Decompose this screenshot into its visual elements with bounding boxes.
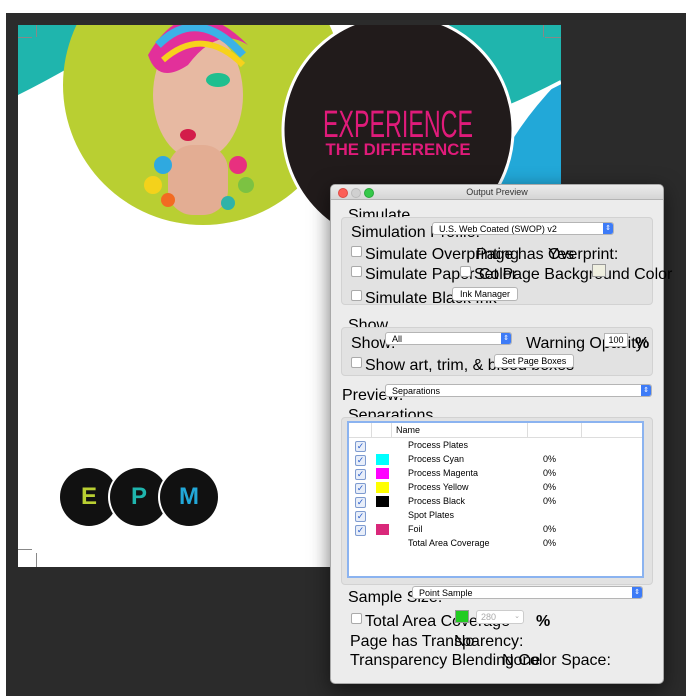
separations-header: Name xyxy=(349,423,642,438)
crop-mark xyxy=(545,37,561,38)
separation-row[interactable]: ✓ Process Yellow 0% xyxy=(349,481,642,495)
separation-checkbox[interactable]: ✓ xyxy=(355,469,366,480)
header-divider xyxy=(371,423,372,437)
simulate-paper-color-checkbox[interactable] xyxy=(351,266,362,277)
transparency-value: No xyxy=(454,633,475,650)
separation-checkbox[interactable]: ✓ xyxy=(355,525,366,536)
header-divider xyxy=(527,423,528,437)
separation-swatch xyxy=(376,496,389,507)
separation-checkbox[interactable]: ✓ xyxy=(355,511,366,522)
separation-checkbox[interactable]: ✓ xyxy=(355,441,366,452)
blending-value: None xyxy=(502,652,541,669)
crop-mark xyxy=(36,553,37,567)
chevron-updown-icon: ⇕ xyxy=(641,385,651,396)
separation-row[interactable]: ✓ Process Plates xyxy=(349,439,642,453)
separation-name: Process Magenta xyxy=(408,468,479,478)
show-boxes-checkbox[interactable] xyxy=(351,357,362,368)
crop-mark xyxy=(36,25,37,37)
separation-swatch xyxy=(376,524,389,535)
header-divider xyxy=(391,423,392,437)
separation-percent: 0% xyxy=(543,538,557,548)
separation-swatch xyxy=(376,454,389,465)
separation-percent: 0% xyxy=(543,496,557,506)
chevron-down-icon: ⌄ xyxy=(514,613,520,620)
chevron-updown-icon: ⇕ xyxy=(501,333,511,344)
sample-size-value: Point Sample xyxy=(419,588,473,598)
warning-opacity-input[interactable]: 100 xyxy=(604,333,628,347)
chevron-updown-icon: ⇕ xyxy=(632,587,642,598)
warning-opacity-unit: % xyxy=(635,335,650,352)
separation-row[interactable]: ✓ Process Cyan 0% xyxy=(349,453,642,467)
page-background-checkbox[interactable] xyxy=(460,266,471,277)
ink-manager-button[interactable]: Ink Manager xyxy=(452,287,518,301)
separation-name: Spot Plates xyxy=(408,510,455,520)
tac-unit: % xyxy=(536,613,551,630)
tac-color-swatch[interactable] xyxy=(455,610,469,623)
show-value: All xyxy=(392,334,403,344)
simulate-overprinting-checkbox[interactable] xyxy=(351,246,362,257)
separation-checkbox[interactable]: ✓ xyxy=(355,497,366,508)
show-select[interactable]: All ⇕ xyxy=(385,332,512,345)
simulation-profile-value: U.S. Web Coated (SWOP) v2 xyxy=(439,224,557,234)
epm-logo: E P M xyxy=(60,468,220,528)
tac-value: 280 xyxy=(481,612,497,622)
separation-name: Process Black xyxy=(408,496,466,506)
page-background-label: Set Page Background Color xyxy=(474,266,673,283)
header-divider xyxy=(581,423,582,437)
overprint-status-value: Yes xyxy=(548,246,575,263)
separation-checkbox[interactable]: ✓ xyxy=(355,483,366,494)
column-name-header[interactable]: Name xyxy=(396,425,420,435)
separation-swatch xyxy=(376,482,389,493)
separation-percent: 0% xyxy=(543,482,557,492)
separation-percent: 0% xyxy=(543,454,557,464)
set-page-boxes-button[interactable]: Set Page Boxes xyxy=(494,354,574,368)
panel-title: Output Preview xyxy=(466,187,528,197)
separation-name: Total Area Coverage xyxy=(408,538,490,548)
separation-name: Foil xyxy=(408,524,423,534)
crop-mark xyxy=(18,549,32,550)
separations-list[interactable]: Name ✓ Process Plates ✓ Process Cyan 0% ✓ Proc… xyxy=(347,421,644,578)
simulation-profile-select[interactable]: U.S. Web Coated (SWOP) v2 ⇕ xyxy=(432,222,614,235)
crop-mark xyxy=(543,25,544,37)
warning-opacity-label: Warning Opacity: xyxy=(526,335,649,352)
separation-row[interactable]: ✓ Foil 0% xyxy=(349,523,642,537)
transparency-label: Page has Transparency: xyxy=(350,633,524,650)
separation-name: Process Cyan xyxy=(408,454,465,464)
separation-row[interactable]: ✓ Process Black 0% xyxy=(349,495,642,509)
separation-row[interactable]: ✓ Spot Plates xyxy=(349,509,642,523)
crop-mark xyxy=(18,37,32,38)
separation-checkbox[interactable]: ✓ xyxy=(355,455,366,466)
separation-percent: 0% xyxy=(543,468,557,478)
separation-name: Process Yellow xyxy=(408,482,469,492)
sample-size-select[interactable]: Point Sample ⇕ xyxy=(412,586,643,599)
headline-line2: THE DIFFERENCE xyxy=(326,140,471,159)
simulate-black-ink-checkbox[interactable] xyxy=(351,290,362,301)
blending-label: Transparency Blending Color Space: xyxy=(350,652,611,669)
separation-row[interactable]: ✓ Process Magenta 0% xyxy=(349,467,642,481)
tac-value-combo[interactable]: 280 ⌄ xyxy=(476,610,524,624)
preview-value: Separations xyxy=(392,386,441,396)
separation-row[interactable]: Total Area Coverage 0% xyxy=(349,537,642,551)
separation-name: Process Plates xyxy=(408,440,469,450)
preview-select[interactable]: Separations ⇕ xyxy=(385,384,652,397)
logo-letter-m: M xyxy=(160,468,218,526)
separation-swatch xyxy=(376,468,389,479)
total-area-coverage-checkbox[interactable] xyxy=(351,613,362,624)
chevron-updown-icon: ⇕ xyxy=(603,223,613,234)
title-bar[interactable]: Output Preview xyxy=(331,185,663,200)
page-background-swatch[interactable] xyxy=(592,264,606,277)
separation-percent: 0% xyxy=(543,524,557,534)
